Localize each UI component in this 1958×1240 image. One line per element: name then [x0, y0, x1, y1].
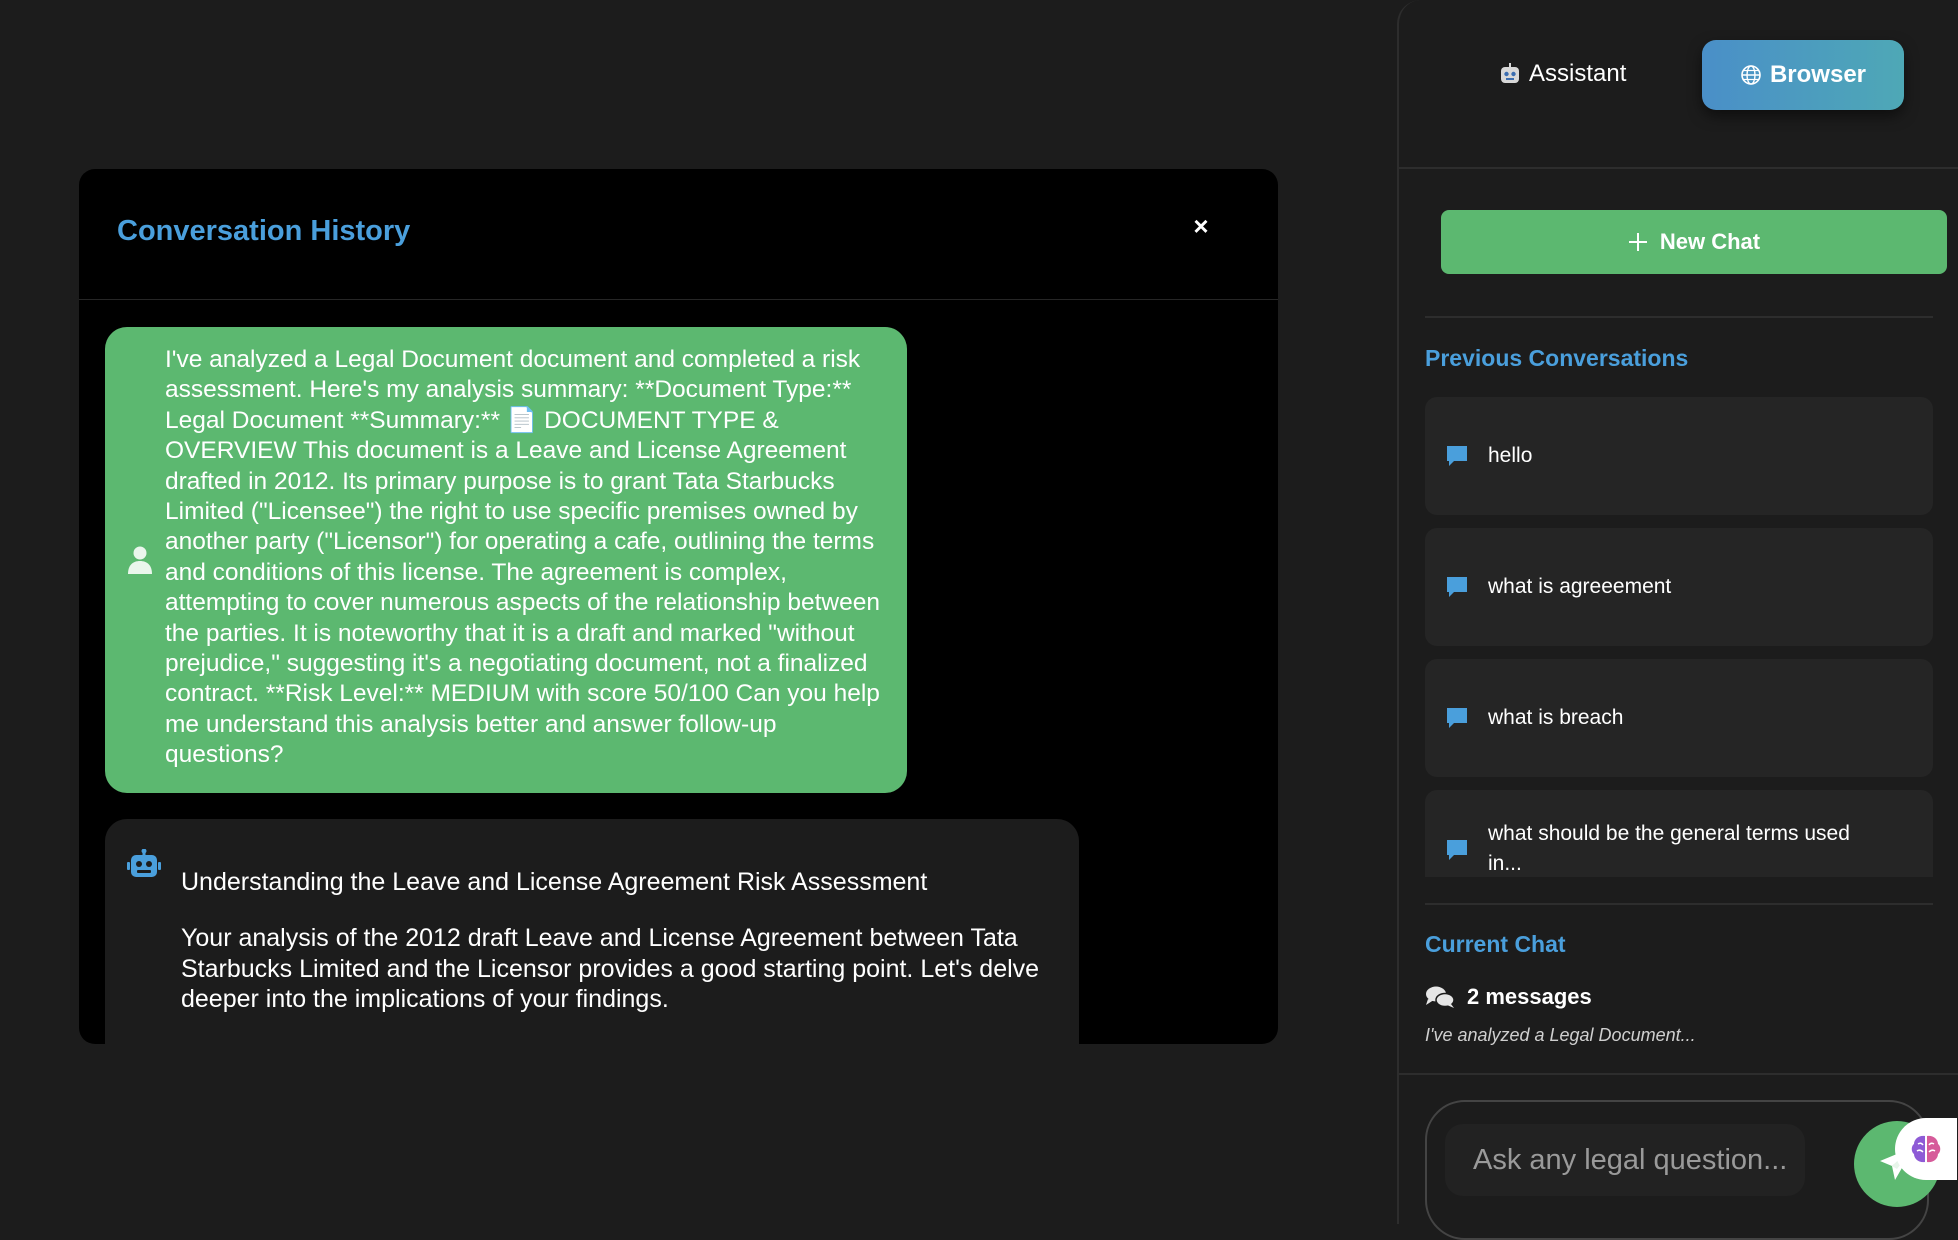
- chat-bubble-icon: [1447, 840, 1467, 860]
- close-button[interactable]: ×: [1186, 211, 1216, 241]
- conversation-label: what should be the general terms used in…: [1488, 822, 1850, 875]
- current-chat-preview: I've analyzed a Legal Document...: [1425, 1025, 1696, 1045]
- message-count: 2 messages: [1425, 984, 1592, 1010]
- plus-icon: [1628, 233, 1647, 251]
- current-chat-title: Current Chat: [1425, 931, 1566, 957]
- conversation-label: hello: [1488, 444, 1533, 467]
- tab-bar: Assistant Browser: [1399, 0, 1958, 169]
- conversation-item[interactable]: what is breach: [1425, 659, 1933, 777]
- message-count-label: 2 messages: [1467, 984, 1592, 1009]
- user-icon: [128, 546, 152, 574]
- conversation-label: what is breach: [1488, 706, 1624, 729]
- user-message-text: I've analyzed a Legal Document document …: [165, 346, 880, 769]
- divider: [1425, 903, 1933, 905]
- comments-icon: [1426, 986, 1455, 1008]
- chat-bubble-icon: [1447, 708, 1467, 728]
- chat-input-container: [1425, 1100, 1940, 1240]
- question-input[interactable]: [1445, 1124, 1805, 1196]
- assistant-message-heading: Understanding the Leave and License Agre…: [181, 868, 928, 896]
- robot-icon: [127, 849, 161, 877]
- conversation-item[interactable]: what should be the general terms used in…: [1425, 790, 1933, 877]
- conversation-item[interactable]: what is agreeement: [1425, 528, 1933, 646]
- divider: [1399, 1073, 1958, 1075]
- robot-icon: [1501, 63, 1519, 83]
- new-chat-label: New Chat: [1659, 229, 1761, 254]
- conversation-list[interactable]: hello what is agreeement what is breach …: [1425, 397, 1933, 877]
- assistant-message: Understanding the Leave and License Agre…: [105, 819, 1079, 1044]
- sidebar: Assistant Browser New Chat Previous Conv…: [1397, 0, 1958, 1240]
- brain-assistant-button[interactable]: [1895, 1118, 1957, 1180]
- new-chat-button[interactable]: New Chat: [1441, 210, 1947, 274]
- conversation-label: what is agreeement: [1488, 575, 1672, 598]
- assistant-message-text: Your analysis of the 2012 draft Leave an…: [181, 924, 1040, 1013]
- tab-browser-label: Browser: [1769, 61, 1867, 88]
- conversation-history-modal: Conversation History × I've analyzed a L…: [79, 169, 1278, 1044]
- previous-conversations-title: Previous Conversations: [1425, 345, 1689, 371]
- modal-title: Conversation History: [117, 215, 411, 247]
- globe-icon: [1741, 65, 1761, 85]
- chat-bubble-icon: [1447, 446, 1467, 466]
- divider: [1425, 316, 1933, 318]
- tab-assistant-label: Assistant: [1529, 60, 1627, 87]
- modal-header: Conversation History ×: [79, 169, 1278, 300]
- user-message: I've analyzed a Legal Document document …: [105, 327, 907, 793]
- brain-icon: [1911, 1135, 1941, 1163]
- tab-assistant[interactable]: Assistant: [1499, 60, 1626, 88]
- tab-browser[interactable]: Browser: [1702, 40, 1904, 110]
- chat-bubble-icon: [1447, 577, 1467, 597]
- conversation-item[interactable]: hello: [1425, 397, 1933, 515]
